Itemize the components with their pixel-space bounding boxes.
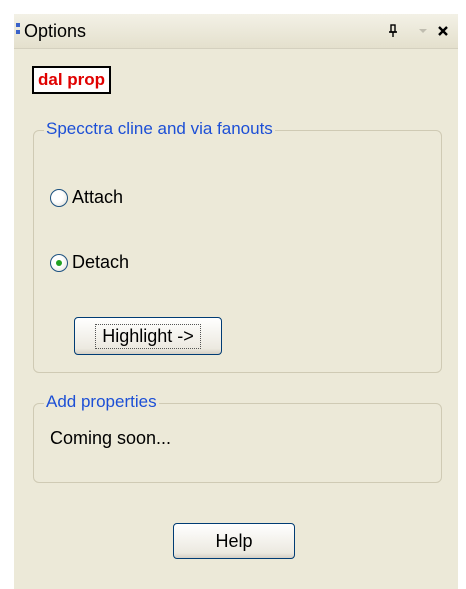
add-properties-legend: Add properties [44,392,159,412]
help-button[interactable]: Help [173,523,295,559]
coming-soon-text: Coming soon... [50,428,172,448]
detach-radio-circle[interactable] [50,253,68,272]
fanouts-group: Specctra cline and via fanouts Attach De… [33,119,442,373]
options-panel: Options dal prop Specctra cline and via … [14,14,458,589]
panel-title: Options [24,21,87,41]
pin-icon[interactable] [384,22,402,40]
dal-prop-label: dal prop [32,66,112,94]
highlight-button-label: Highlight -> [95,323,201,349]
panel-titlebar[interactable]: Options [14,14,458,49]
close-icon[interactable] [434,22,452,40]
attach-radio-label[interactable]: Attach [72,187,123,208]
dropdown-icon[interactable] [414,22,432,40]
radio-selected-dot [56,259,62,266]
attach-radio[interactable]: Attach [50,187,123,208]
add-properties-group: Add properties Coming soon... [33,392,442,483]
detach-radio[interactable]: Detach [50,252,129,273]
grip-icon[interactable] [16,23,20,39]
highlight-button[interactable]: Highlight -> [74,317,222,355]
attach-radio-circle[interactable] [50,188,68,207]
fanouts-group-legend: Specctra cline and via fanouts [44,119,275,139]
detach-radio-label[interactable]: Detach [72,252,129,273]
